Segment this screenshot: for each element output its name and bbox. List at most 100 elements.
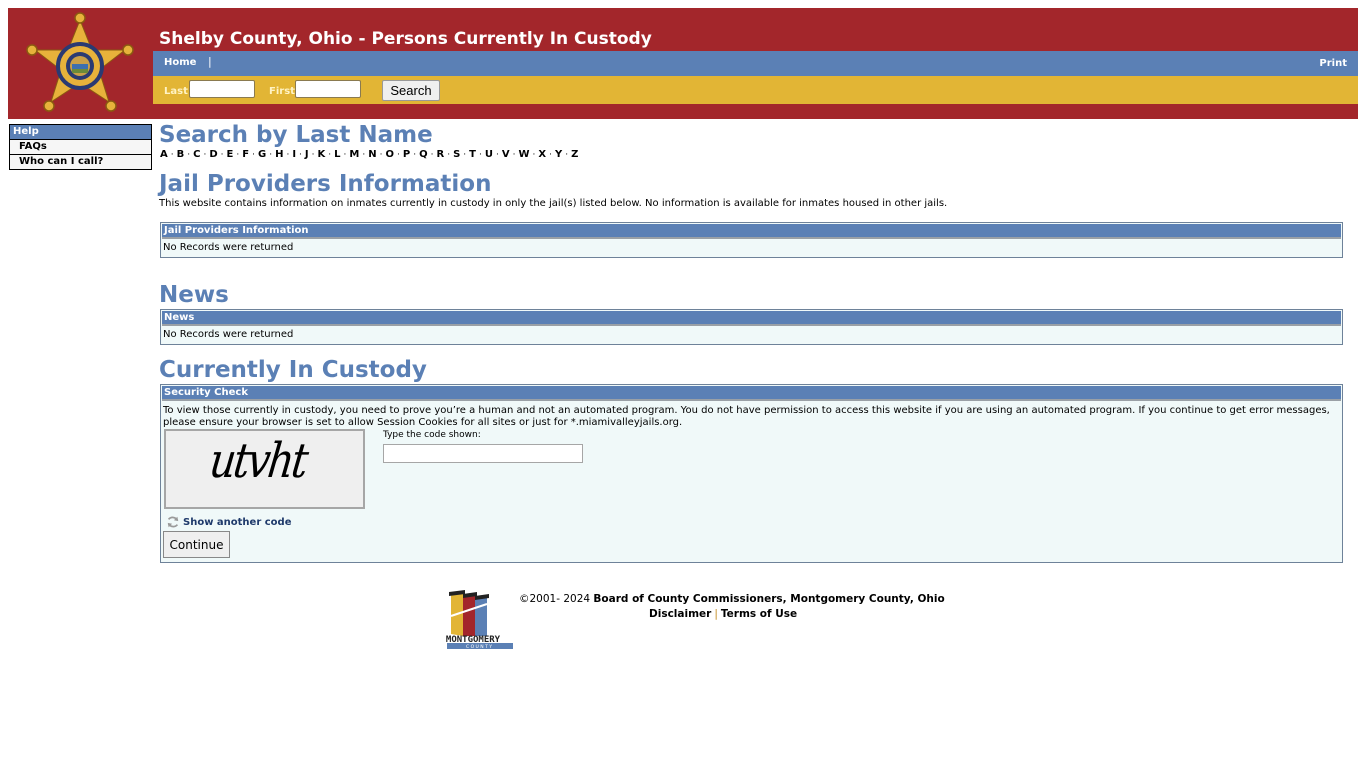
nav-home-link[interactable]: Home (164, 57, 196, 68)
security-check-message: To view those currently in custody, you … (161, 402, 1342, 431)
letter-link-t[interactable]: T (469, 149, 476, 160)
sheriff-badge-logo (26, 12, 134, 112)
letter-separator: · (495, 150, 499, 160)
letter-separator: · (203, 150, 207, 160)
jail-providers-empty-message: No Records were returned (163, 242, 294, 253)
letter-separator: · (311, 150, 315, 160)
letter-link-i[interactable]: I (292, 149, 296, 160)
letter-separator: · (328, 150, 332, 160)
letter-separator: · (532, 150, 536, 160)
logo-subtext: C O U N T Y (466, 644, 492, 650)
captcha-image: utvht (164, 429, 365, 509)
refresh-icon (167, 516, 179, 528)
letter-link-p[interactable]: P (403, 149, 410, 160)
letter-link-d[interactable]: D (209, 149, 217, 160)
letter-separator: · (512, 150, 516, 160)
letter-separator: · (565, 150, 569, 160)
first-name-label: First (269, 86, 295, 97)
letter-link-f[interactable]: F (242, 149, 249, 160)
letter-separator: · (286, 150, 290, 160)
security-check-panel: Security Check To view those currently i… (160, 384, 1343, 563)
copyright-years: ©2001- 2024 (519, 593, 594, 605)
letter-link-n[interactable]: N (368, 149, 376, 160)
letter-link-j[interactable]: J (305, 149, 309, 160)
sidebar-heading: Help (10, 125, 151, 140)
news-empty-message: No Records were returned (163, 329, 294, 340)
footer-links: Disclaimer | Terms of Use (649, 608, 797, 620)
letter-link-a[interactable]: A (160, 149, 168, 160)
letter-link-v[interactable]: V (502, 149, 510, 160)
letter-separator: · (463, 150, 467, 160)
copyright-organization: Board of County Commissioners, Montgomer… (593, 593, 945, 605)
letter-link-r[interactable]: R (436, 149, 444, 160)
name-search-bar: Last First Search (153, 76, 1358, 104)
footer-separator: | (714, 608, 718, 620)
letter-link-u[interactable]: U (485, 149, 493, 160)
letter-link-k[interactable]: K (318, 149, 326, 160)
currently-in-custody-heading: Currently In Custody (159, 357, 427, 383)
terms-of-use-link[interactable]: Terms of Use (721, 608, 797, 620)
letter-separator: · (549, 150, 552, 160)
jail-providers-description: This website contains information on inm… (159, 198, 948, 209)
letter-link-m[interactable]: M (349, 149, 359, 160)
last-name-label: Last (164, 86, 188, 97)
show-another-code-label: Show another code (183, 516, 292, 528)
letter-link-y[interactable]: Y (555, 149, 562, 160)
footer-copyright: ©2001- 2024 Board of County Commissioner… (519, 593, 945, 605)
letter-separator: · (170, 150, 174, 160)
letter-separator: · (362, 150, 366, 160)
sidebar-item-faqs[interactable]: FAQs (10, 140, 151, 154)
letter-separator: · (187, 150, 191, 160)
letter-link-e[interactable]: E (227, 149, 234, 160)
letter-separator: · (379, 150, 383, 160)
letter-link-x[interactable]: X (538, 149, 546, 160)
captcha-code: utvht (206, 433, 309, 489)
alphabet-index: A · B · C · D · E · F · G · H · I · J · K · L · M · N · O · P · Q · R · S · T ·… (160, 149, 578, 160)
letter-separator: · (252, 150, 255, 160)
captcha-code-input[interactable] (383, 444, 583, 463)
letter-link-q[interactable]: Q (419, 149, 428, 160)
site-title: Shelby County, Ohio - Persons Currently … (159, 29, 652, 49)
letter-link-w[interactable]: W (518, 149, 529, 160)
sidebar-item-who-can-i-call[interactable]: Who can I call? (10, 154, 151, 169)
letter-link-h[interactable]: H (275, 149, 283, 160)
security-message-line-1: To view those currently in custody, you … (163, 405, 1330, 416)
show-another-code-link[interactable]: Show another code (166, 515, 291, 529)
jail-providers-panel-title: Jail Providers Information (162, 224, 1341, 239)
site-header: Shelby County, Ohio - Persons Currently … (8, 8, 1358, 119)
code-label: Type the code shown: (383, 430, 481, 440)
letter-separator: · (236, 150, 240, 160)
letter-link-s[interactable]: S (453, 149, 460, 160)
last-name-input[interactable] (189, 80, 255, 98)
letter-separator: · (413, 150, 417, 160)
letter-link-g[interactable]: G (258, 149, 266, 160)
nav-bar: Home | Print (153, 51, 1358, 76)
letter-separator: · (269, 150, 273, 160)
security-check-title: Security Check (162, 386, 1341, 401)
news-panel-title: News (162, 311, 1341, 326)
letter-separator: · (220, 150, 224, 160)
nav-print-link[interactable]: Print (1319, 58, 1347, 69)
help-sidebar: Help FAQs Who can I call? (9, 124, 152, 170)
letter-link-o[interactable]: O (385, 149, 394, 160)
first-name-input[interactable] (295, 80, 361, 98)
letter-separator: · (299, 150, 302, 160)
disclaimer-link[interactable]: Disclaimer (649, 608, 711, 620)
nav-separator: | (208, 55, 212, 68)
letter-link-z[interactable]: Z (571, 149, 578, 160)
letter-separator: · (430, 150, 434, 160)
letter-link-c[interactable]: C (193, 149, 200, 160)
letter-separator: · (397, 150, 400, 160)
letter-link-b[interactable]: B (177, 149, 185, 160)
letter-separator: · (343, 150, 347, 160)
search-button[interactable]: Search (382, 80, 440, 101)
jail-providers-panel: Jail Providers Information No Records we… (160, 222, 1343, 258)
montgomery-county-logo: MONTGOMERY C O U N T Y (446, 590, 513, 650)
news-heading: News (159, 282, 229, 308)
news-panel: News No Records were returned (160, 309, 1343, 345)
search-by-last-name-heading: Search by Last Name (159, 122, 433, 148)
letter-separator: · (478, 150, 482, 160)
letter-separator: · (447, 150, 451, 160)
continue-button[interactable]: Continue (163, 531, 230, 558)
letter-link-l[interactable]: L (334, 149, 340, 160)
